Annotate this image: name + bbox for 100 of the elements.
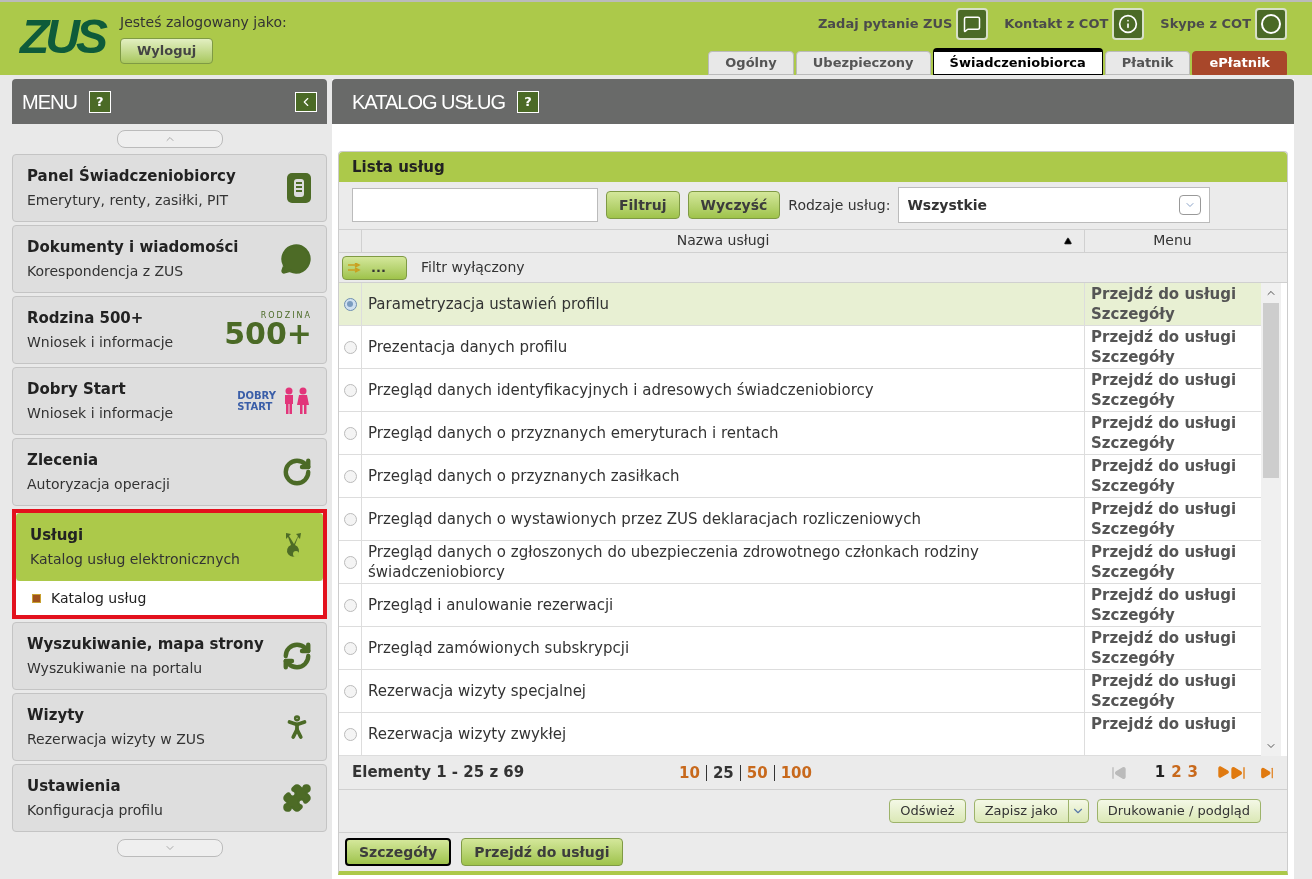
- radio-button[interactable]: [343, 727, 357, 741]
- table-row[interactable]: Przegląd danych o wystawionych przez ZUS deklaracjach rozliczeniowych Przejdź do usługi Szczegóły: [339, 498, 1261, 542]
- menu-item-subtitle: Rezerwacja wizyty w ZUS: [27, 730, 206, 750]
- help-button[interactable]: ?: [516, 90, 539, 113]
- menu-item[interactable]: Panel Świadczeniobiorcy Emerytury, renty, zasiłki, PIT: [12, 154, 327, 222]
- save-as-button[interactable]: Zapisz jako: [973, 799, 1089, 824]
- action-link[interactable]: Przejdź do usługi: [1091, 284, 1254, 305]
- page-title: KATALOG USŁUG: [352, 89, 505, 115]
- table-row[interactable]: Przegląd danych o zgłoszonych do ubezpieczenia zdrowotnego członkach rodziny świadczeniobiorcy Przejdź do usługi Szczegóły: [339, 541, 1261, 585]
- page-size-link[interactable]: 25: [705, 764, 734, 781]
- type-dropdown[interactable]: Wszystkie: [898, 187, 1211, 224]
- table-row[interactable]: Prezentacja danych profilu Przejdź do usługi Szczegóły: [339, 326, 1261, 370]
- table-row[interactable]: Przegląd zamówionych subskrypcji Przejdź do usługi Szczegóły: [339, 627, 1261, 671]
- radio-button[interactable]: [343, 383, 357, 397]
- clear-button[interactable]: Wyczyść: [687, 191, 781, 220]
- action-link[interactable]: Szczegóły: [1091, 648, 1254, 669]
- print-button[interactable]: Drukowanie / podgląd: [1096, 799, 1261, 824]
- info-icon[interactable]: [1112, 8, 1145, 40]
- menu-item[interactable]: Wizyty Rezerwacja wizyty w ZUS: [12, 693, 327, 761]
- logout-button[interactable]: Wyloguj: [120, 38, 214, 64]
- radio-button[interactable]: [343, 469, 357, 483]
- refresh-button[interactable]: Odśwież: [889, 799, 966, 824]
- zus-logo: ZUS: [20, 10, 104, 63]
- radio-button[interactable]: [343, 684, 357, 698]
- column-header[interactable]: Menu: [1085, 230, 1260, 252]
- menu-item[interactable]: Ustawienia Konfiguracja profilu: [12, 764, 327, 832]
- menu-item[interactable]: Dokumenty i wiadomości Korespondencja z ZUS: [12, 225, 327, 293]
- radio-button[interactable]: [343, 598, 357, 612]
- help-button[interactable]: ?: [88, 90, 111, 113]
- scrollbar[interactable]: [1261, 283, 1281, 757]
- action-link[interactable]: Szczegóły: [1091, 433, 1254, 454]
- page-link[interactable]: 1: [1154, 761, 1166, 784]
- action-link[interactable]: Przejdź do usługi: [1091, 542, 1254, 563]
- action-link[interactable]: Przejdź do usługi: [1091, 671, 1254, 692]
- next-page-icon[interactable]: [1216, 764, 1246, 781]
- action-link[interactable]: Przejdź do usługi: [1091, 714, 1254, 735]
- action-link[interactable]: Szczegóły: [1091, 691, 1254, 712]
- details-button[interactable]: Szczegóły: [345, 838, 452, 867]
- header-link[interactable]: Zadaj pytanie ZUS: [817, 14, 953, 34]
- action-link[interactable]: Szczegóły: [1091, 562, 1254, 583]
- menu-item-title: Panel Świadczeniobiorcy: [27, 165, 237, 187]
- submenu-item[interactable]: Katalog usług: [16, 581, 323, 615]
- radio-button[interactable]: [343, 641, 357, 655]
- filter-button[interactable]: Filtruj: [606, 191, 680, 220]
- action-link[interactable]: Przejdź do usługi: [1091, 413, 1254, 434]
- menu-item[interactable]: Usługi Katalog usług elektronicznych Katalog usług: [12, 509, 327, 619]
- filter-toggle-button[interactable]: ...: [342, 255, 407, 280]
- tab[interactable]: ePłatnik: [1192, 51, 1287, 75]
- menu-item[interactable]: Wyszukiwanie, mapa strony Wyszukiwanie na portalu: [12, 622, 327, 690]
- menu-item[interactable]: Dobry Start Wniosek i informacje DOBRY START: [12, 367, 327, 435]
- table-row[interactable]: Rezerwacja wizyty zwykłej Przejdź do usługi: [339, 713, 1261, 757]
- header-link[interactable]: Skype z COT: [1160, 14, 1251, 34]
- table-row[interactable]: Przegląd danych o przyznanych emeryturach i rentach Przejdź do usługi Szczegóły: [339, 412, 1261, 456]
- go-to-service-button[interactable]: Przejdź do usługi: [461, 838, 623, 867]
- radio-button[interactable]: [343, 512, 357, 526]
- bullet-icon: [32, 593, 41, 603]
- table-row[interactable]: Przegląd i anulowanie rezerwacji Przejdź do usługi Szczegóły: [339, 584, 1261, 628]
- action-link[interactable]: Szczegóły: [1091, 304, 1254, 325]
- action-link[interactable]: Szczegóły: [1091, 519, 1254, 540]
- action-link[interactable]: Przejdź do usługi: [1091, 585, 1254, 606]
- logged-in-label: Jesteś zalogowany jako:: [120, 13, 287, 32]
- action-link[interactable]: Przejdź do usługi: [1091, 499, 1254, 520]
- radio-button[interactable]: [343, 340, 357, 354]
- puzzle-icon: [282, 783, 312, 813]
- column-header[interactable]: Nazwa usługi: [362, 230, 1085, 252]
- scroll-down-button[interactable]: [116, 839, 223, 857]
- dobry-start-logo: DOBRY START: [237, 387, 312, 415]
- chat-icon[interactable]: [956, 8, 989, 40]
- scroll-up-button[interactable]: [116, 130, 223, 148]
- table-row[interactable]: Parametryzacja ustawień profilu Przejdź do usługi Szczegóły: [339, 283, 1261, 327]
- menu-item[interactable]: Rodzina 500+ Wniosek i informacje RODZINA 500+: [12, 296, 327, 364]
- collapse-icon[interactable]: [295, 91, 317, 112]
- tab[interactable]: Ubezpieczony: [795, 51, 931, 75]
- action-link[interactable]: Szczegóły: [1091, 347, 1254, 368]
- tab[interactable]: Ogólny: [708, 51, 794, 75]
- service-name-cell: Przegląd danych o wystawionych przez ZUS deklaracjach rozliczeniowych: [362, 498, 1085, 541]
- menu-item-subtitle: Wyszukiwanie na portalu: [27, 659, 204, 679]
- table-row[interactable]: Przegląd danych o przyznanych zasiłkach Przejdź do usługi Szczegóły: [339, 455, 1261, 499]
- radio-button[interactable]: [343, 426, 357, 440]
- action-link[interactable]: Szczegóły: [1091, 476, 1254, 497]
- table-row[interactable]: Rezerwacja wizyty specjalnej Przejdź do usługi Szczegóły: [339, 670, 1261, 714]
- table-row[interactable]: Przegląd danych identyfikacyjnych i adresowych świadczeniobiorcy Przejdź do usługi Szczegóły: [339, 369, 1261, 413]
- menu-item-subtitle: Konfiguracja profilu: [27, 801, 164, 821]
- tab[interactable]: Świadczeniobiorca: [932, 48, 1103, 75]
- action-link[interactable]: Szczegóły: [1091, 390, 1254, 411]
- dropdown-icon: [1179, 195, 1202, 216]
- action-link[interactable]: Przejdź do usługi: [1091, 456, 1254, 477]
- header-link[interactable]: Kontakt z COT: [1004, 14, 1109, 34]
- radio-button[interactable]: [343, 297, 357, 311]
- first-page-icon: [1110, 764, 1127, 781]
- action-link[interactable]: Szczegóły: [1091, 605, 1254, 626]
- action-link[interactable]: Przejdź do usługi: [1091, 370, 1254, 391]
- menu-item[interactable]: Zlecenia Autoryzacja operacji: [12, 438, 327, 506]
- action-link[interactable]: Przejdź do usługi: [1091, 628, 1254, 649]
- tab[interactable]: Płatnik: [1104, 51, 1191, 75]
- last-page-icon[interactable]: [1260, 765, 1274, 780]
- menu-item-title: Usługi: [30, 524, 85, 546]
- radio-button[interactable]: [343, 555, 357, 569]
- action-link[interactable]: Przejdź do usługi: [1091, 327, 1254, 348]
- search-field[interactable]: [352, 188, 598, 223]
